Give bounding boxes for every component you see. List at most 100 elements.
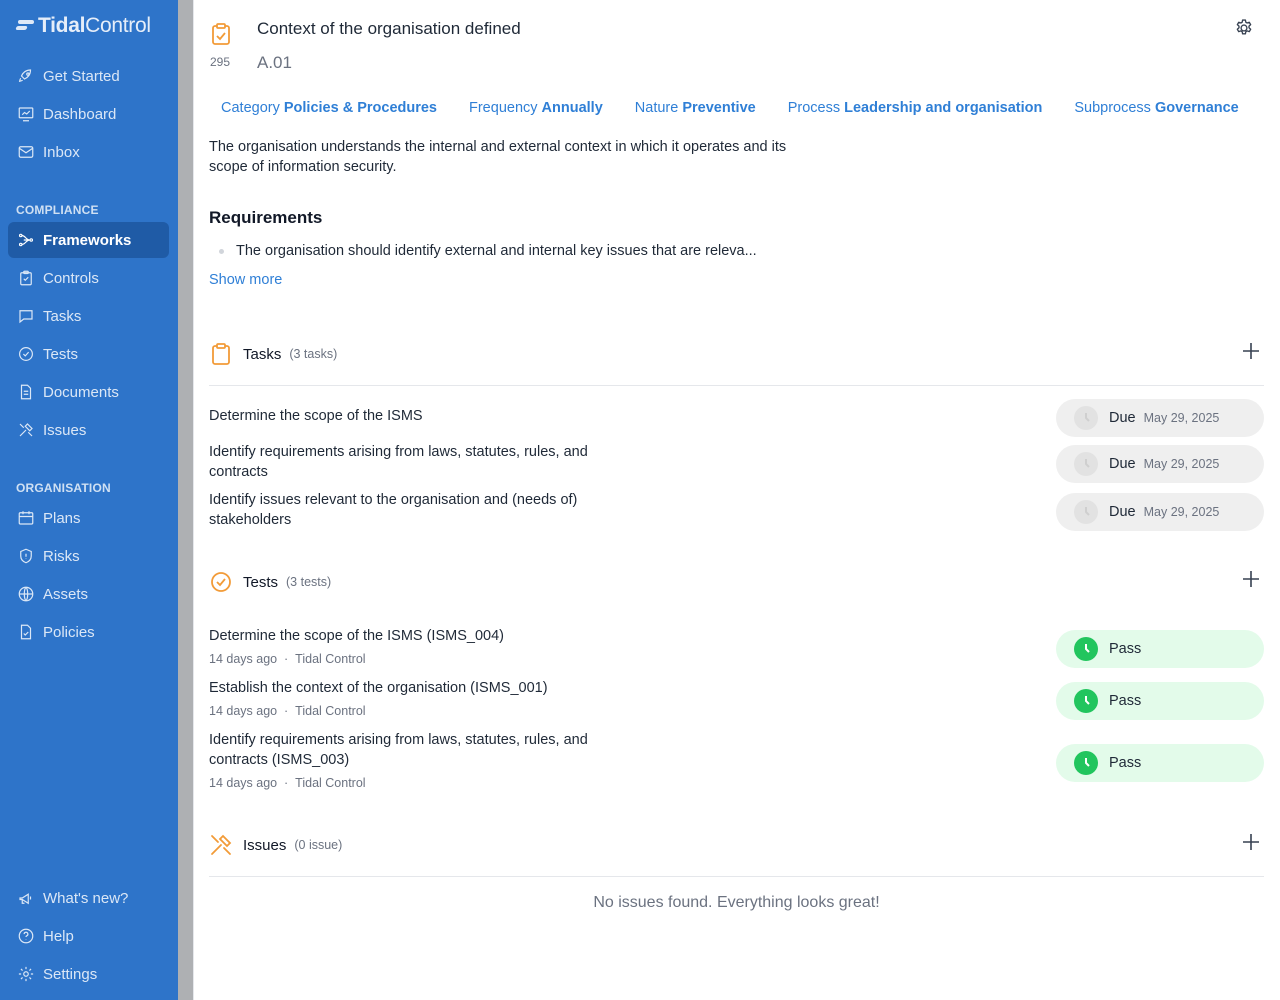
control-description: The organisation understands the interna…: [209, 139, 787, 175]
test-row[interactable]: Establish the context of the organisatio…: [209, 678, 629, 698]
issues-title: Issues: [243, 836, 287, 854]
sidebar-item-policies[interactable]: Policies: [8, 614, 169, 650]
clock-icon: [1074, 406, 1098, 430]
sidebar-item-label: Get Started: [43, 67, 120, 85]
brand-name-light: Control: [85, 14, 151, 37]
brand-name-bold: Tidal: [38, 14, 86, 37]
sidebar-item-whats-new[interactable]: What's new?: [8, 880, 169, 916]
tidal-logo-icon: [15, 18, 34, 34]
meta-nature[interactable]: Nature Preventive: [635, 100, 756, 116]
task-due-badge: Due May 29, 2025: [1056, 493, 1264, 531]
divider: [209, 876, 1264, 877]
issues-icon: [17, 421, 35, 439]
task-due-badge: Due May 29, 2025: [1056, 399, 1264, 437]
test-meta: 14 days ago · Tidal Control: [209, 704, 366, 718]
megaphone-icon: [17, 889, 35, 907]
test-pass-badge: Pass: [1056, 630, 1264, 668]
sidebar-item-assets[interactable]: Assets: [8, 576, 169, 612]
documents-icon: [17, 383, 35, 401]
control-meta: Category Policies & Procedures Frequency…: [221, 100, 1271, 116]
issues-empty-message: No issues found. Everything looks great!: [593, 894, 880, 911]
sidebar-item-frameworks[interactable]: Frameworks: [8, 222, 169, 258]
sidebar-item-label: Plans: [43, 509, 81, 527]
sidebar-item-label: What's new?: [43, 889, 129, 907]
sidebar-item-dashboard[interactable]: Dashboard: [8, 96, 169, 132]
sidebar-item-risks[interactable]: Risks: [8, 538, 169, 574]
dashboard-icon: [17, 105, 35, 123]
control-code: A.01: [257, 53, 292, 72]
requirement-item: The organisation should identify externa…: [219, 243, 757, 259]
check-circle-icon: [211, 572, 231, 592]
requirements-heading: Requirements: [209, 208, 323, 227]
task-row[interactable]: Identify requirements arising from laws,…: [209, 442, 629, 482]
sidebar-item-tests[interactable]: Tests: [8, 336, 169, 372]
test-row[interactable]: Identify requirements arising from laws,…: [209, 730, 629, 770]
clock-icon: [1074, 452, 1098, 476]
section-label-organisation: ORGANISATION: [16, 481, 111, 495]
tools-icon: [211, 834, 232, 855]
sidebar-item-issues[interactable]: Issues: [8, 412, 169, 448]
sidebar-item-label: Help: [43, 927, 74, 945]
sidebar-scrollbar[interactable]: [178, 0, 193, 1000]
sidebar-item-label: Tasks: [43, 307, 82, 325]
sidebar-item-label: Settings: [43, 965, 98, 983]
bullet-icon: [219, 248, 224, 254]
tasks-section-header: Tasks (3 tasks): [209, 342, 337, 366]
clock-icon: [1074, 689, 1098, 713]
inbox-icon: [17, 143, 35, 161]
meta-frequency[interactable]: Frequency Annually: [469, 100, 603, 116]
tests-count: (3 tests): [286, 575, 332, 589]
sidebar-item-tasks[interactable]: Tasks: [8, 298, 169, 334]
sidebar-item-help[interactable]: Help: [8, 918, 169, 954]
sidebar-item-settings[interactable]: Settings: [8, 956, 169, 992]
meta-category[interactable]: Category Policies & Procedures: [221, 100, 437, 116]
frameworks-icon: [17, 231, 35, 249]
policy-icon: [17, 623, 35, 641]
sidebar-item-documents[interactable]: Documents: [8, 374, 169, 410]
sidebar-item-label: Tests: [43, 345, 79, 363]
clock-icon: [1074, 637, 1098, 661]
add-task-plus-icon[interactable]: [1242, 342, 1260, 360]
sidebar-item-label: Dashboard: [43, 105, 117, 123]
brand-logo[interactable]: Tidal Control: [15, 14, 151, 38]
task-row[interactable]: Identify issues relevant to the organisa…: [209, 490, 629, 530]
sidebar: Tidal Control Get Started Dashboard Inbox…: [0, 0, 178, 1000]
clipboard-check-icon: [212, 23, 230, 45]
meta-subprocess[interactable]: Subprocess Governance: [1074, 100, 1238, 116]
sidebar-item-label: Issues: [43, 421, 87, 439]
calendar-icon: [17, 509, 35, 527]
page-title: Context of the organisation defined: [257, 19, 521, 38]
shield-icon: [17, 547, 35, 565]
sidebar-item-label: Frameworks: [43, 231, 132, 249]
sidebar-item-get-started[interactable]: Get Started: [8, 58, 169, 94]
clock-icon: [1074, 751, 1098, 775]
sidebar-item-label: Assets: [43, 585, 89, 603]
test-meta: 14 days ago · Tidal Control: [209, 776, 366, 790]
sidebar-item-label: Risks: [43, 547, 80, 565]
divider: [209, 385, 1264, 386]
tasks-icon: [17, 307, 35, 325]
show-more-link[interactable]: Show more: [209, 272, 282, 288]
meta-process[interactable]: Process Leadership and organisation: [788, 100, 1043, 116]
gear-icon[interactable]: [1234, 18, 1254, 38]
sidebar-item-plans[interactable]: Plans: [8, 500, 169, 536]
main-content: 295 Context of the organisation defined …: [194, 0, 1280, 1000]
sidebar-item-label: Inbox: [43, 143, 80, 161]
sidebar-item-controls[interactable]: Controls: [8, 260, 169, 296]
sidebar-item-label: Policies: [43, 623, 95, 641]
task-row[interactable]: Determine the scope of the ISMS: [209, 406, 629, 426]
clipboard-icon: [212, 343, 230, 365]
rocket-icon: [17, 67, 35, 85]
control-number: 295: [210, 55, 231, 69]
task-due-badge: Due May 29, 2025: [1056, 445, 1264, 483]
sidebar-item-inbox[interactable]: Inbox: [8, 134, 169, 170]
globe-icon: [17, 585, 35, 603]
add-test-plus-icon[interactable]: [1242, 570, 1260, 588]
test-row[interactable]: Determine the scope of the ISMS (ISMS_00…: [209, 626, 629, 646]
tasks-title: Tasks: [243, 345, 282, 363]
issues-section-header: Issues (0 issue): [209, 833, 342, 857]
add-issue-plus-icon[interactable]: [1242, 833, 1260, 851]
test-pass-badge: Pass: [1056, 682, 1264, 720]
help-icon: [17, 927, 35, 945]
test-meta: 14 days ago · Tidal Control: [209, 652, 366, 666]
